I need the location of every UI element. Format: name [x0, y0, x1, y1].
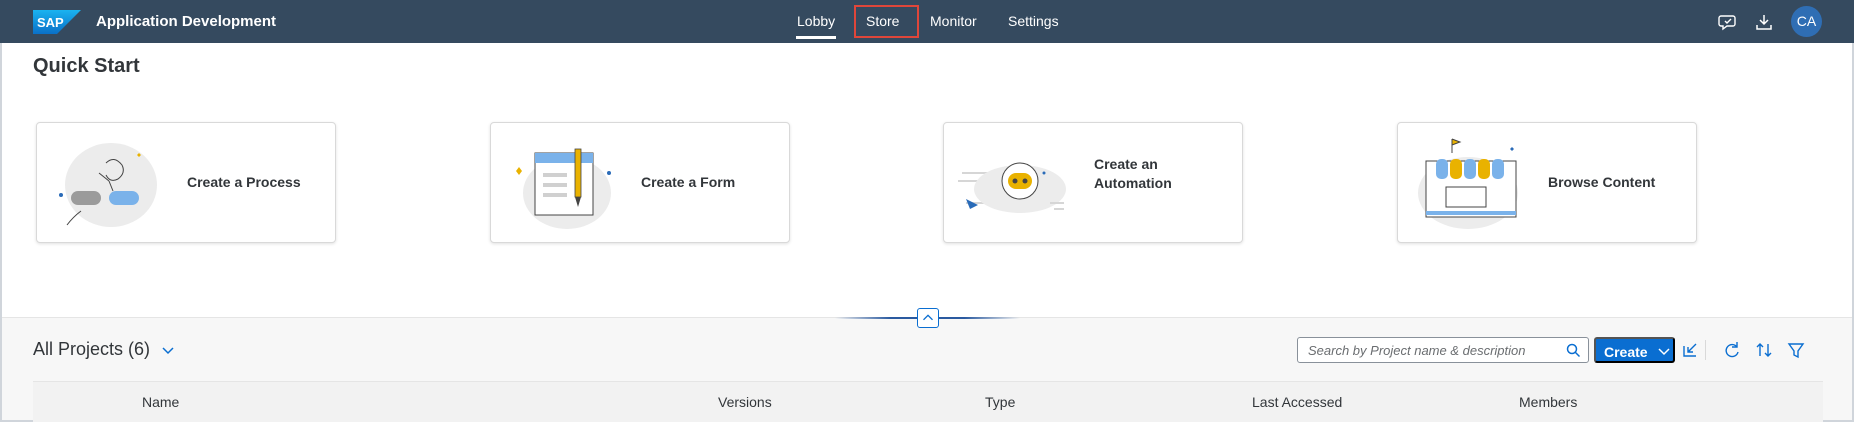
nav-settings[interactable]: Settings: [1008, 0, 1059, 43]
create-automation-label-line2: Automation: [1094, 175, 1172, 191]
refresh-icon[interactable]: [1722, 340, 1742, 360]
create-automation-card[interactable]: Create an Automation: [943, 122, 1243, 243]
create-button-label: Create: [1604, 344, 1648, 360]
browse-content-label: Browse Content: [1548, 174, 1656, 190]
active-tab-indicator: [796, 36, 836, 39]
column-header-versions[interactable]: Versions: [718, 394, 772, 410]
column-header-members[interactable]: Members: [1519, 394, 1577, 410]
process-illustration-icon: [59, 143, 157, 227]
form-illustration-icon: [516, 148, 611, 229]
user-avatar[interactable]: CA: [1791, 6, 1822, 37]
create-process-label: Create a Process: [187, 174, 301, 190]
download-icon[interactable]: [1754, 12, 1774, 32]
toolbar-separator: [1705, 340, 1706, 360]
chevron-down-icon[interactable]: [160, 343, 176, 359]
create-button[interactable]: Create: [1594, 337, 1675, 363]
app-title: Application Development: [96, 13, 277, 30]
search-placeholder: Search by Project name & description: [1308, 343, 1526, 358]
browse-content-card[interactable]: Browse Content: [1397, 122, 1697, 243]
column-header-type[interactable]: Type: [985, 394, 1015, 410]
feedback-icon[interactable]: [1718, 12, 1738, 32]
create-process-card[interactable]: Create a Process: [36, 122, 336, 243]
shell-bar: SAP Application Development Lobby Store …: [0, 0, 1854, 43]
quick-start-title: Quick Start: [33, 55, 140, 77]
collapse-button[interactable]: [917, 308, 939, 328]
store-illustration-icon: [1418, 138, 1518, 229]
create-form-label: Create a Form: [641, 174, 736, 190]
column-header-name[interactable]: Name: [142, 394, 179, 410]
search-icon[interactable]: [1566, 343, 1581, 358]
svg-text:SAP: SAP: [37, 15, 64, 30]
create-automation-label-line1: Create an: [1094, 156, 1158, 172]
project-search-input[interactable]: Search by Project name & description: [1297, 337, 1589, 363]
all-projects-title: All Projects (6): [33, 339, 151, 359]
filter-icon[interactable]: [1786, 340, 1806, 360]
create-form-card[interactable]: Create a Form: [490, 122, 790, 243]
nav-store[interactable]: Store: [866, 0, 899, 43]
projects-table-header: Name Versions Type Last Accessed Members: [33, 381, 1823, 422]
column-header-last-accessed[interactable]: Last Accessed: [1252, 394, 1342, 410]
chevron-down-icon: [1658, 348, 1670, 356]
import-icon[interactable]: [1680, 340, 1700, 360]
robot-illustration-icon: [958, 162, 1066, 213]
nav-monitor[interactable]: Monitor: [930, 0, 977, 43]
sap-logo[interactable]: SAP: [33, 10, 81, 34]
sort-icon[interactable]: [1754, 340, 1774, 360]
